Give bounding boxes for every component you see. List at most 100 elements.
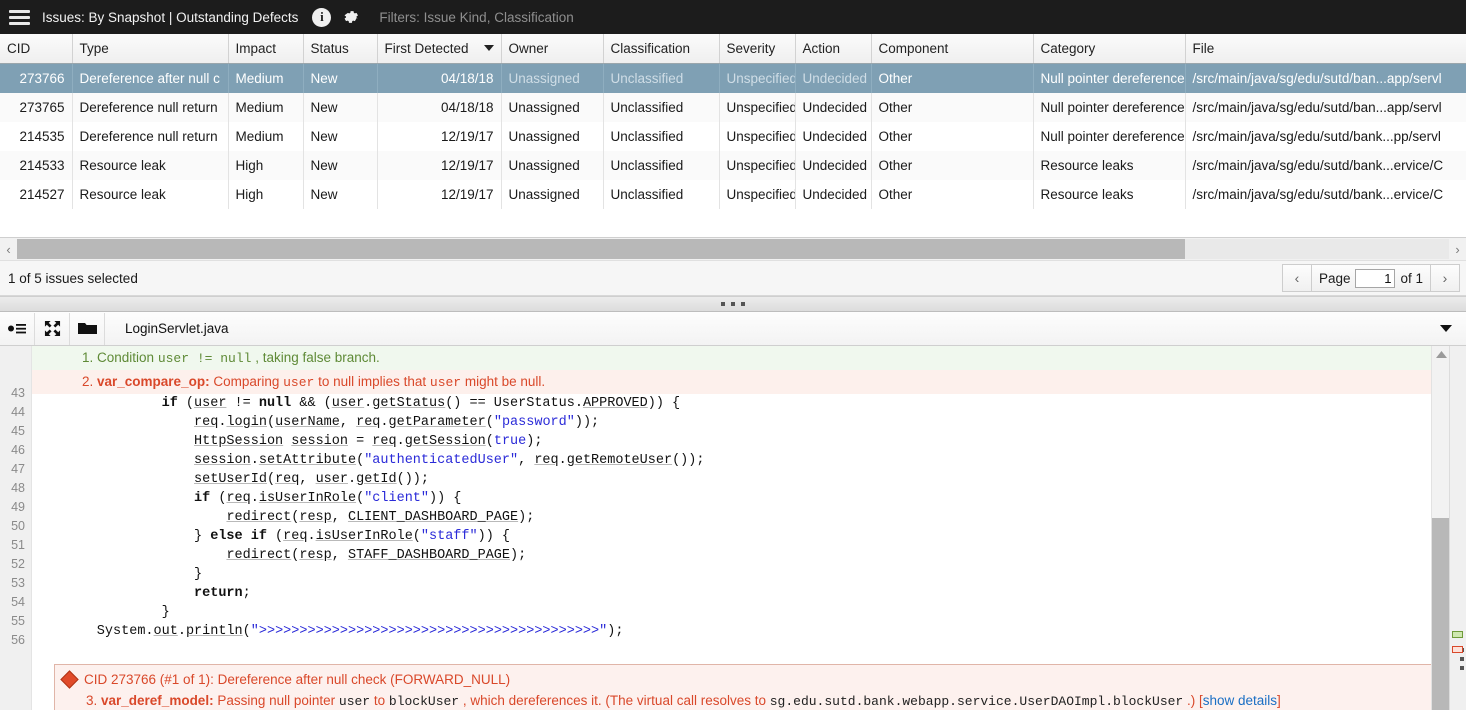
code-overview-ruler[interactable] [1449,346,1466,710]
table-row[interactable]: 214533 Resource leak High New 12/19/17 U… [0,151,1466,180]
cell-component: Other [871,122,1034,151]
cell-status: New [303,122,378,151]
code-line: redirect(resp, STAFF_DASHBOARD_PAGE); [226,548,527,563]
column-header-category[interactable]: Category [1033,34,1186,64]
folder-icon[interactable] [70,312,105,345]
show-details-bracket-close: ] [1277,693,1281,708]
cell-severity: Unspecified [719,180,796,209]
code-vertical-scrollbar[interactable] [1431,346,1450,710]
defect-title-row: CID 273766 (#1 of 1): Dereference after … [60,668,1445,690]
cell-file: /src/main/java/sg/edu/sutd/bank...pp/ser… [1185,122,1466,151]
cell-action: Undecided [795,122,872,151]
cell-impact: Medium [228,93,304,122]
coverity-issues-window: Issues: By Snapshot | Outstanding Defect… [0,0,1466,710]
cell-classification: Unclassified [603,151,720,180]
code-content[interactable]: 1. Condition user != null , taking false… [32,346,1466,710]
cell-component: Other [871,93,1034,122]
fullscreen-icon[interactable] [35,312,70,345]
gear-icon[interactable] [341,7,361,27]
line-number: 48 [11,481,25,495]
defect-title: CID 273766 (#1 of 1): Dereference after … [84,671,511,687]
column-header-component[interactable]: Component [871,34,1034,64]
code-line: System.out.println(">>>>>>>>>>>>>>>>>>>>… [32,624,624,639]
code-line: } else if (req.isUserInRole("staff")) { [32,529,511,544]
issues-table: CID Type Impact Status First Detected Ow… [0,34,1466,209]
cell-owner: Unassigned [501,151,604,180]
cell-category: Resource leaks [1033,151,1186,180]
ruler-dot [1460,657,1464,661]
column-header-action[interactable]: Action [795,34,872,64]
cell-type: Dereference null return [72,122,229,151]
code-line: if (user != null && (user.getStatus() ==… [161,396,681,411]
selection-status-label: 1 of 5 issues selected [8,270,138,286]
filters-label: Filters: Issue Kind, Classification [379,9,574,25]
cell-cid: 214535 [0,122,73,151]
cell-category: Null pointer dereference [1033,63,1186,93]
cell-classification: Unclassified [603,122,720,151]
page-title: Issues: By Snapshot | Outstanding Defect… [42,9,299,25]
defect-diamond-icon [60,669,79,689]
cell-file: /src/main/java/sg/edu/sutd/ban...app/ser… [1185,93,1466,122]
next-page-button[interactable]: › [1430,264,1460,292]
column-header-first-detected[interactable]: First Detected [377,34,502,64]
cell-action: Undecided [795,63,872,93]
cell-action: Undecided [795,151,872,180]
line-number-gutter: 43 44 45 46 47 48 49 50 51 52 53 54 55 5… [0,346,32,710]
column-header-label: Category [1040,41,1096,56]
hscroll-thumb[interactable] [17,239,1185,259]
page-number-input[interactable] [1355,268,1396,288]
show-details-link[interactable]: show details [1203,693,1277,708]
cell-first-detected: 04/18/18 [377,63,502,93]
page-indicator: Page of 1 [1311,264,1430,292]
column-header-file[interactable]: File [1185,34,1466,64]
column-header-label: CID [7,41,31,56]
column-header-impact[interactable]: Impact [228,34,304,64]
cell-status: New [303,151,378,180]
scroll-right-icon[interactable]: › [1449,238,1466,260]
event-annotation-2[interactable]: 2. var_compare_op: Comparing user to nul… [32,370,1466,394]
column-header-label: Action [802,41,841,56]
table-row[interactable]: 214535 Dereference null return Medium Ne… [0,122,1466,151]
show-events-icon[interactable] [0,312,35,345]
ruler-mark-red[interactable] [1452,646,1463,653]
issues-table-container: CID Type Impact Status First Detected Ow… [0,34,1466,237]
page-total-label: of 1 [1400,270,1423,286]
code-line: if (req.isUserInRole("client")) { [194,491,462,506]
status-bar: 1 of 5 issues selected ‹ Page of 1 › [0,260,1466,296]
cell-cid: 214527 [0,180,73,209]
column-header-status[interactable]: Status [303,34,378,64]
splitter-dot [741,302,745,306]
line-number: 46 [11,443,25,457]
cell-type: Dereference after null c [72,63,229,93]
table-row[interactable]: 273766 Dereference after null c Medium N… [0,63,1466,93]
hamburger-menu-icon[interactable] [0,0,38,34]
line-number: 43 [11,386,25,400]
column-header-type[interactable]: Type [72,34,229,64]
scroll-up-icon[interactable] [1434,348,1448,360]
issues-table-body: 273766 Dereference after null c Medium N… [0,63,1466,209]
info-icon[interactable]: i [312,7,332,27]
column-header-owner[interactable]: Owner [501,34,604,64]
chevron-down-icon[interactable] [1440,325,1452,332]
scroll-left-icon[interactable]: ‹ [0,238,17,260]
column-header-label: Classification [610,41,691,56]
cell-type: Resource leak [72,180,229,209]
cell-cid: 214533 [0,151,73,180]
defect-callout[interactable]: CID 273766 (#1 of 1): Dereference after … [54,664,1452,710]
table-row[interactable]: 273765 Dereference null return Medium Ne… [0,93,1466,122]
cell-cid: 273766 [0,63,73,93]
hamburger-bar [8,21,30,25]
column-header-severity[interactable]: Severity [719,34,796,64]
event-annotation-1[interactable]: 1. Condition user != null , taking false… [32,346,1466,370]
table-row[interactable]: 214527 Resource leak High New 12/19/17 U… [0,180,1466,209]
column-header-classification[interactable]: Classification [603,34,720,64]
cell-component: Other [871,63,1034,93]
hscroll-track[interactable] [17,239,1449,259]
vscroll-thumb[interactable] [1432,518,1450,710]
table-horizontal-scrollbar[interactable]: ‹ › [0,237,1466,260]
previous-page-button[interactable]: ‹ [1281,264,1312,292]
panel-splitter[interactable] [0,296,1466,312]
ruler-mark-green[interactable] [1452,631,1463,638]
column-header-cid[interactable]: CID [0,34,73,64]
code-line: } [32,605,170,620]
